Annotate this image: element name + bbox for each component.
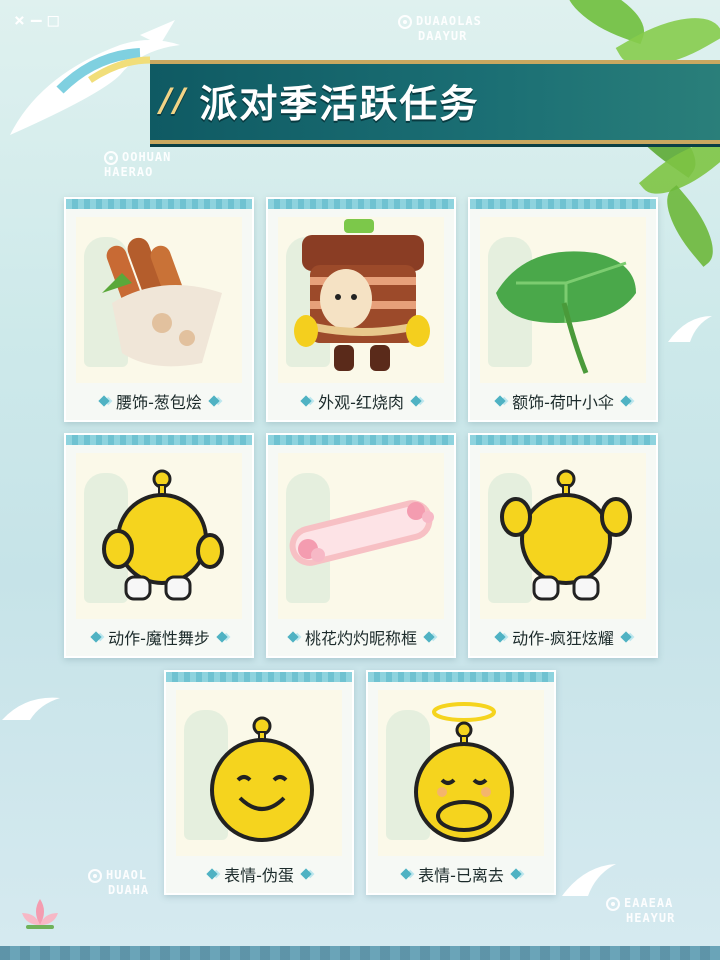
reward-card[interactable]: 腰饰-葱包烩 [64, 197, 254, 422]
item-label: 桃花灼灼昵称框 [304, 629, 417, 648]
scallion-roll-icon [102, 237, 222, 367]
peach-blossom-nameplate-icon [289, 500, 434, 566]
item-image [278, 453, 444, 619]
item-label: 额饰-荷叶小伞 [512, 393, 614, 412]
reward-card[interactable]: 动作-魔性舞步 [64, 433, 254, 658]
title-text: 派对季活跃任务 [199, 81, 480, 126]
item-label: 外观-红烧肉 [318, 393, 404, 412]
item-image [378, 690, 544, 856]
item-image [76, 453, 242, 619]
item-label: 腰饰-葱包烩 [116, 393, 202, 412]
showoff-emote-icon [500, 469, 632, 601]
deco-logo-bottom-left: HUAOL DUAHA [88, 868, 149, 897]
item-label: 动作-魔性舞步 [108, 629, 210, 648]
card-topbar [470, 435, 656, 445]
item-image [76, 217, 242, 383]
bottom-border [0, 946, 720, 960]
page-title: // 派对季活跃任务 [160, 70, 479, 130]
reward-card[interactable]: 额饰-荷叶小伞 [468, 197, 658, 422]
deco-logo-top: DUAAOLAS DAAYUR [398, 14, 482, 43]
angel-egg-icon [414, 702, 514, 842]
item-image [480, 453, 646, 619]
card-topbar [268, 435, 454, 445]
deco-logo-left: OOHUAN HAERAO [104, 150, 172, 179]
swallow-decoration-bottom-right [562, 864, 616, 896]
title-prefix: // [160, 81, 188, 119]
card-topbar [66, 435, 252, 445]
reward-card[interactable]: 动作-疯狂炫耀 [468, 433, 658, 658]
swallow-decoration-right [668, 316, 712, 342]
braised-pork-costume-icon [294, 219, 430, 371]
item-label: 表情-伪蛋 [224, 866, 294, 885]
reward-card[interactable]: 外观-红烧肉 [266, 197, 456, 422]
window-controls: × – □ [14, 10, 59, 31]
lotus-leaf-umbrella-icon [496, 251, 636, 374]
card-topbar [368, 672, 554, 682]
card-topbar [166, 672, 352, 682]
minimize-icon[interactable]: – [31, 10, 42, 31]
close-icon[interactable]: × [14, 10, 25, 31]
item-label: 表情-已离去 [418, 866, 504, 885]
item-image [278, 217, 444, 383]
leaf-decoration [652, 185, 720, 267]
item-image [480, 217, 646, 383]
page: × – □ DUAAOLAS DAAYUR // 派对季活跃任务 OOHUAN … [0, 0, 720, 960]
card-topbar [268, 199, 454, 209]
dance-emote-icon [102, 469, 224, 601]
card-topbar [66, 199, 252, 209]
swallow-decoration-bottom-left [2, 697, 60, 720]
maximize-icon[interactable]: □ [48, 10, 59, 31]
smiling-egg-icon [210, 716, 314, 842]
lotus-icon [22, 899, 58, 929]
reward-card[interactable]: 表情-伪蛋 [164, 670, 354, 895]
deco-logo-bottom-right: EAAEAA HEAYUR [606, 896, 675, 925]
card-topbar [470, 199, 656, 209]
reward-card[interactable]: 表情-已离去 [366, 670, 556, 895]
reward-card[interactable]: 桃花灼灼昵称框 [266, 433, 456, 658]
item-image [176, 690, 342, 856]
item-label: 动作-疯狂炫耀 [512, 629, 614, 648]
